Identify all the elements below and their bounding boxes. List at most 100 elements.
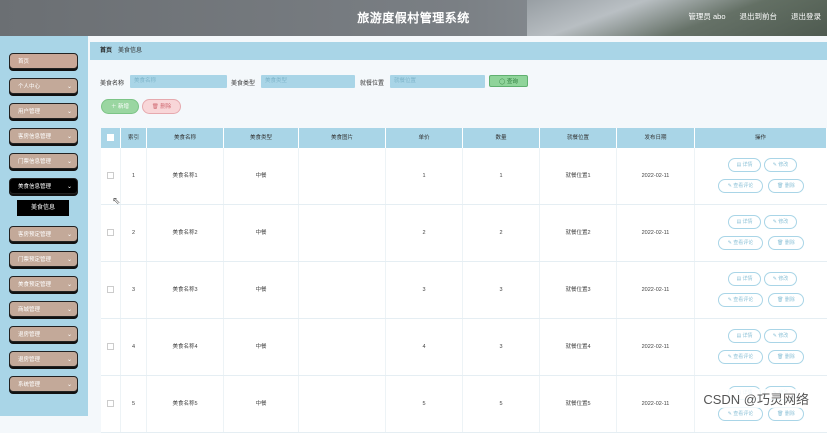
checkbox-icon xyxy=(107,172,114,180)
sidebar-item-checkout-2[interactable]: 退房管理 ⌄ xyxy=(9,351,78,367)
row-delete-button[interactable]: 🗑 删除 xyxy=(768,236,804,250)
checkbox-icon xyxy=(107,400,114,408)
cell-location: 就餐位置4 xyxy=(540,319,617,375)
sidebar-item-checkout[interactable]: 退房管理 ⌄ xyxy=(9,326,78,342)
row-checkbox[interactable] xyxy=(101,376,121,432)
sidebar-item-system[interactable]: 系统管理 ⌄ xyxy=(9,376,78,392)
edit-button[interactable]: ✎ 修改 xyxy=(764,158,797,172)
view-review-button[interactable]: ✎ 查看评论 xyxy=(718,179,763,193)
location-input[interactable]: 就餐位置 xyxy=(390,75,485,88)
cell-type: 中餐 xyxy=(224,205,299,261)
cell-price: 4 xyxy=(386,319,463,375)
logout-link[interactable]: 退出登录 xyxy=(791,11,821,22)
cell-qty: 3 xyxy=(463,262,540,318)
select-all-checkbox[interactable] xyxy=(101,128,121,148)
sidebar-item-room-booking[interactable]: 客房预定管理 ⌄ xyxy=(9,226,78,242)
edit-button[interactable]: ✎ 修改 xyxy=(764,272,797,286)
row-delete-button[interactable]: 🗑 删除 xyxy=(768,407,804,421)
cell-type: 中餐 xyxy=(224,376,299,432)
admin-user-link[interactable]: 管理员 abo xyxy=(688,11,725,22)
sidebar-item-rooms[interactable]: 客房信息管理 ⌄ xyxy=(9,128,78,144)
cell-image xyxy=(299,205,386,261)
detail-button[interactable]: ▤ 详情 xyxy=(728,272,761,286)
sidebar-item-label: 退房管理 xyxy=(18,332,41,338)
detail-button[interactable]: ▤ 详情 xyxy=(728,158,761,172)
sidebar-item-label: 门票信息管理 xyxy=(18,159,52,165)
sidebar-item-home[interactable]: 首页 xyxy=(9,53,78,69)
row-checkbox[interactable] xyxy=(101,205,121,261)
sidebar-item-shop[interactable]: 商城管理 ⌄ xyxy=(9,301,78,317)
sidebar-subitem-food-info[interactable]: 美食信息 xyxy=(17,200,69,216)
breadcrumb: 首页 美食信息 xyxy=(90,42,827,60)
chevron-down-icon: ⌄ xyxy=(66,382,72,388)
cell-price: 5 xyxy=(386,376,463,432)
row-checkbox[interactable] xyxy=(101,262,121,318)
table-row: 3 美食名称3 中餐 3 3 就餐位置3 2022-02-11 ▤ 详情 ✎ 修改 ✎ 查看评论 🗑… xyxy=(101,262,827,319)
food-type-label: 美食类型 xyxy=(231,81,256,87)
view-review-button[interactable]: ✎ 查看评论 xyxy=(718,350,763,364)
sidebar-item-users[interactable]: 用户管理 ⌄ xyxy=(9,103,78,119)
cell-date: 2022-02-11 xyxy=(617,205,695,261)
query-button[interactable]: ◯ 查询 xyxy=(489,75,528,87)
cell-qty: 2 xyxy=(463,205,540,261)
cell-location: 就餐位置1 xyxy=(540,148,617,204)
cell-index: 1 xyxy=(121,148,147,204)
chevron-down-icon: ⌄ xyxy=(66,159,72,165)
sidebar-item-label: 退房管理 xyxy=(18,357,41,363)
row-checkbox[interactable] xyxy=(101,319,121,375)
row-delete-button[interactable]: 🗑 删除 xyxy=(768,350,804,364)
col-qty: 数量 xyxy=(463,128,540,148)
delete-button[interactable]: 🗑 删除 xyxy=(142,99,181,114)
sidebar-item-tickets[interactable]: 门票信息管理 ⌄ xyxy=(9,153,78,169)
top-header: 旅游度假村管理系统 管理员 abo 退出到前台 退出登录 xyxy=(0,0,827,36)
edit-button[interactable]: ✎ 修改 xyxy=(764,215,797,229)
cell-index: 3 xyxy=(121,262,147,318)
checkbox-icon xyxy=(107,343,114,351)
view-review-button[interactable]: ✎ 查看评论 xyxy=(718,293,763,307)
detail-button[interactable]: ▤ 详情 xyxy=(728,215,761,229)
sidebar-item-label: 门票预定管理 xyxy=(18,257,52,263)
view-review-button[interactable]: ✎ 查看评论 xyxy=(718,407,763,421)
add-button[interactable]: ＋ 新增 xyxy=(101,99,139,114)
chevron-down-icon: ⌄ xyxy=(66,332,72,338)
food-name-label: 美食名称 xyxy=(100,81,125,87)
chevron-down-icon: ⌄ xyxy=(66,232,72,238)
cell-image xyxy=(299,262,386,318)
food-name-input[interactable]: 美食名称 xyxy=(130,75,227,88)
sidebar-item-label: 系统管理 xyxy=(18,382,41,388)
cell-qty: 5 xyxy=(463,376,540,432)
sidebar-item-food[interactable]: 美食信息管理 ⌄ xyxy=(9,178,78,194)
col-image: 美食图片 xyxy=(299,128,386,148)
cell-name: 美食名称1 xyxy=(147,148,224,204)
cell-date: 2022-02-11 xyxy=(617,262,695,318)
breadcrumb-current: 美食信息 xyxy=(118,48,143,54)
back-to-front-link[interactable]: 退出到前台 xyxy=(740,11,778,22)
breadcrumb-home[interactable]: 首页 xyxy=(100,48,112,54)
location-label: 就餐位置 xyxy=(360,81,385,87)
watermark: CSDN @巧灵网络 xyxy=(701,389,811,408)
sidebar-item-food-booking[interactable]: 美食预定管理 ⌄ xyxy=(9,276,78,292)
checkbox-icon xyxy=(107,229,114,237)
row-delete-button[interactable]: 🗑 删除 xyxy=(768,293,804,307)
sidebar-item-label: 美食预定管理 xyxy=(18,282,52,288)
cell-location: 就餐位置5 xyxy=(540,376,617,432)
row-delete-button[interactable]: 🗑 删除 xyxy=(768,179,804,193)
view-review-button[interactable]: ✎ 查看评论 xyxy=(718,236,763,250)
chevron-down-icon: ⌄ xyxy=(66,282,72,288)
table-header: 索引 美食名称 美食类型 美食图片 单价 数量 就餐位置 发布日期 操作 xyxy=(101,128,827,148)
sidebar-item-profile[interactable]: 个人中心 ⌄ xyxy=(9,78,78,94)
sidebar: 首页 个人中心 ⌄ 用户管理 ⌄ 客房信息管理 ⌄ 门票信息管理 ⌄ 美食信息管理 ⌄ 美… xyxy=(0,36,88,416)
sidebar-item-ticket-booking[interactable]: 门票预定管理 ⌄ xyxy=(9,251,78,267)
cell-date: 2022-02-11 xyxy=(617,376,695,432)
cell-name: 美食名称2 xyxy=(147,205,224,261)
main-content: 首页 美食信息 美食名称 美食名称 美食类型 美食类型 就餐位置 就餐位置 ◯ 查… xyxy=(90,42,827,433)
cell-type: 中餐 xyxy=(224,262,299,318)
food-type-input[interactable]: 美食类型 xyxy=(261,75,355,88)
col-ops: 操作 xyxy=(695,128,827,148)
cell-index: 5 xyxy=(121,376,147,432)
detail-button[interactable]: ▤ 详情 xyxy=(728,329,761,343)
cell-name: 美食名称5 xyxy=(147,376,224,432)
checkbox-icon xyxy=(107,134,114,142)
cell-type: 中餐 xyxy=(224,148,299,204)
edit-button[interactable]: ✎ 修改 xyxy=(764,329,797,343)
